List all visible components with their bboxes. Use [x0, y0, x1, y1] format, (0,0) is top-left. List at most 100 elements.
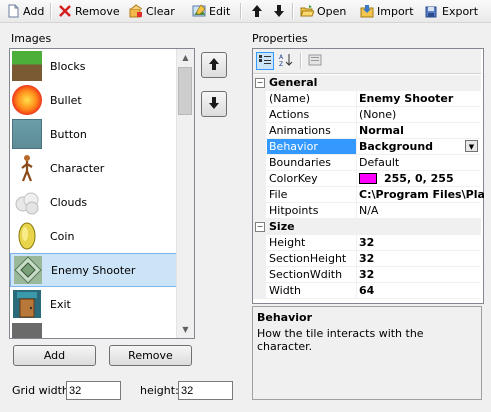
open-button-label: Open [317, 4, 347, 18]
property-row-sectionwdith[interactable]: SectionWdith 32 [253, 267, 481, 283]
list-item-enemy-shooter[interactable]: Enemy Shooter [10, 253, 178, 287]
list-item-clouds[interactable]: Clouds [10, 185, 178, 219]
list-item-blocks[interactable]: Blocks [10, 49, 178, 83]
property-row-actions[interactable]: Actions (None) [253, 107, 481, 123]
row-gutter [253, 139, 266, 155]
property-row-name[interactable]: (Name) Enemy Shooter [253, 91, 481, 107]
grid-height-label: height: [140, 384, 179, 397]
property-pages-icon [308, 53, 322, 70]
row-gutter [253, 283, 266, 299]
property-value[interactable]: Enemy Shooter [356, 91, 484, 106]
images-list[interactable]: Blocks Bullet Button Character Clouds Co… [9, 48, 195, 339]
list-item-button[interactable]: Button [10, 117, 178, 151]
row-gutter [253, 267, 266, 283]
property-row-animations[interactable]: Animations Normal [253, 123, 481, 139]
property-value[interactable]: Default [356, 155, 484, 170]
edit-picture-icon [192, 4, 206, 18]
toolbar-separator [300, 53, 302, 69]
property-name: SectionHeight [267, 251, 357, 266]
list-item-partial[interactable] [10, 321, 178, 338]
add-image-button[interactable]: Add [13, 345, 96, 366]
row-gutter [253, 187, 266, 203]
property-value[interactable]: 32 [356, 235, 484, 250]
add-button[interactable]: Add [4, 2, 46, 20]
list-item-label: Bullet [50, 94, 82, 107]
property-grid[interactable]: AZ − General (Name) Enemy Shooter Action… [252, 48, 484, 304]
remove-image-button[interactable]: Remove [109, 345, 192, 366]
grid-width-input[interactable] [66, 381, 121, 400]
scroll-thumb[interactable] [178, 67, 192, 115]
character-thumbnail [12, 153, 42, 183]
sort-az-icon: AZ [279, 53, 293, 70]
toolbar: Add Remove Clear Edit Open Import Export [0, 0, 491, 23]
blocks-thumbnail [12, 51, 42, 81]
list-item-label: Enemy Shooter [51, 264, 136, 277]
property-description-pane: Behavior How the tile interacts with the… [252, 306, 482, 400]
alphabetical-button[interactable]: AZ [277, 52, 295, 70]
description-text: How the tile interacts with the characte… [257, 327, 424, 353]
property-row-height[interactable]: Height 32 [253, 235, 481, 251]
delete-x-icon [58, 4, 72, 18]
category-size[interactable]: − Size [253, 219, 481, 235]
move-up-button[interactable] [201, 52, 227, 78]
property-value[interactable]: C:\Program Files\Plat [356, 187, 484, 202]
categorized-button[interactable] [256, 52, 274, 70]
clear-button-label: Clear [146, 4, 175, 18]
open-button[interactable]: Open [298, 2, 348, 20]
property-value[interactable]: 32 [356, 251, 484, 266]
property-row-behavior[interactable]: Behavior Background ▼ [253, 139, 481, 155]
behavior-dropdown-button[interactable]: ▼ [465, 140, 478, 152]
move-down-button[interactable] [201, 91, 227, 117]
property-value[interactable]: 255, 0, 255 [381, 171, 484, 186]
property-row-hitpoints[interactable]: Hitpoints N/A [253, 203, 481, 219]
svg-text:Z: Z [279, 61, 283, 67]
edit-button-label: Edit [209, 4, 231, 18]
list-item-label: Blocks [50, 60, 86, 73]
scroll-up-arrow[interactable]: ▲ [177, 49, 194, 66]
arrow-up-icon [250, 4, 264, 18]
property-pages-button[interactable] [306, 52, 324, 70]
property-row-file[interactable]: File C:\Program Files\Plat [253, 187, 484, 203]
property-value[interactable]: N/A [356, 203, 484, 218]
export-button[interactable]: Export [423, 2, 480, 20]
grid-height-input[interactable] [178, 381, 233, 400]
property-row-boundaries[interactable]: Boundaries Default [253, 155, 481, 171]
move-down-toolbar-button[interactable] [270, 2, 288, 20]
list-item-character[interactable]: Character [10, 151, 178, 185]
import-button[interactable]: Import [358, 2, 416, 20]
list-item-bullet[interactable]: Bullet [10, 83, 178, 117]
arrow-down-icon [272, 4, 286, 18]
list-item-exit[interactable]: Exit [10, 287, 178, 321]
list-item-coin[interactable]: Coin [10, 219, 178, 253]
property-name: File [267, 187, 357, 202]
clear-button[interactable]: Clear [127, 2, 177, 20]
row-gutter [253, 171, 266, 187]
row-gutter [253, 235, 266, 251]
edit-button[interactable]: Edit [190, 2, 232, 20]
property-row-width[interactable]: Width 64 [253, 283, 481, 299]
button-thumbnail [12, 119, 42, 149]
move-up-toolbar-button[interactable] [248, 2, 266, 20]
row-gutter [253, 123, 266, 139]
property-value[interactable]: (None) [356, 107, 484, 122]
property-value[interactable]: 32 [356, 267, 484, 282]
property-grid-toolbar: AZ [253, 49, 481, 74]
categorized-icon [259, 54, 271, 69]
images-list-scrollbar[interactable]: ▲ ▼ [176, 49, 194, 338]
property-row-colorkey[interactable]: ColorKey 255, 0, 255 [253, 171, 481, 187]
property-name: Actions [267, 107, 357, 122]
remove-button[interactable]: Remove [56, 2, 122, 20]
collapse-icon[interactable]: − [255, 78, 265, 88]
property-value[interactable]: 64 [356, 283, 484, 298]
property-name: ColorKey [267, 171, 357, 186]
dropdown-arrow-icon: ▼ [468, 143, 475, 151]
enemy-shooter-thumbnail [13, 255, 43, 285]
row-gutter [253, 203, 266, 219]
properties-group-title: Properties [252, 32, 308, 45]
property-row-sectionheight[interactable]: SectionHeight 32 [253, 251, 481, 267]
property-value[interactable]: Normal [356, 123, 484, 138]
property-name: (Name) [267, 91, 357, 106]
collapse-icon[interactable]: − [255, 222, 265, 232]
scroll-down-arrow[interactable]: ▼ [177, 321, 194, 338]
category-general[interactable]: − General [253, 75, 481, 91]
